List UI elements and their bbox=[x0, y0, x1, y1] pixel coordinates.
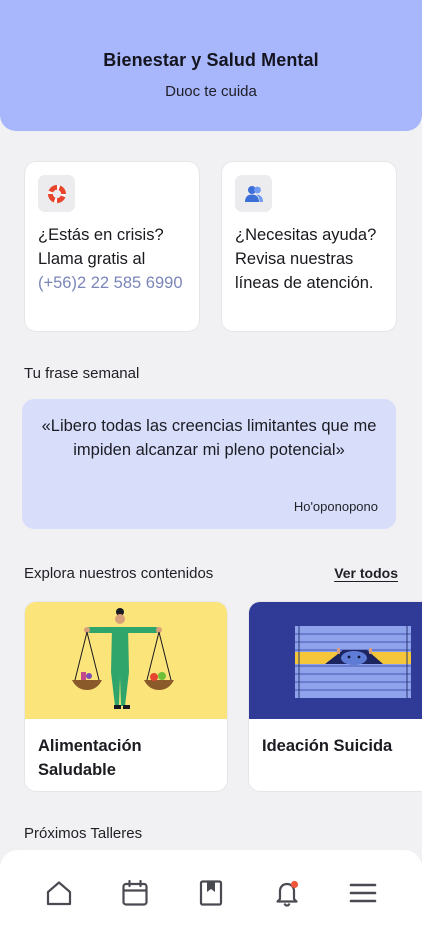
crisis-message: ¿Estás en crisis? Llama gratis al bbox=[38, 226, 164, 268]
crisis-phone-link[interactable]: (+56)2 22 585 6990 bbox=[38, 271, 189, 295]
nav-home[interactable] bbox=[43, 877, 75, 909]
quote-card: «Libero todas las creencias limitantes q… bbox=[22, 399, 396, 529]
home-icon bbox=[46, 881, 72, 906]
lifebuoy-icon bbox=[38, 175, 75, 212]
support-lines-text: ¿Necesitas ayuda? Revisa nuestras líneas… bbox=[235, 226, 377, 292]
menu-icon bbox=[349, 883, 377, 903]
content-card-ideacion[interactable]: Ideación Suicida bbox=[248, 601, 422, 792]
quote-author: Ho'oponopono bbox=[293, 499, 378, 514]
quote-text: «Libero todas las creencias limitantes q… bbox=[41, 417, 377, 459]
bottom-nav bbox=[0, 850, 422, 939]
crisis-text: ¿Estás en crisis? Llama gratis al (+56)2… bbox=[38, 223, 189, 295]
person-behind-blinds-illustration bbox=[249, 602, 422, 719]
content-label: Alimentación Saludable bbox=[38, 737, 142, 779]
nav-calendar[interactable] bbox=[119, 877, 151, 909]
nav-library[interactable] bbox=[195, 877, 227, 909]
nav-notifications[interactable] bbox=[271, 877, 303, 909]
support-lines-card[interactable]: ¿Necesitas ayuda? Revisa nuestras líneas… bbox=[221, 161, 397, 332]
bookmark-book-icon bbox=[199, 880, 223, 906]
contents-title: Explora nuestros contenidos bbox=[24, 565, 214, 582]
header: Bienestar y Salud Mental Duoc te cuida bbox=[0, 0, 422, 131]
bell-icon bbox=[276, 880, 299, 907]
content-card-alimentacion[interactable]: Alimentación Saludable bbox=[24, 601, 228, 792]
balance-scale-illustration bbox=[25, 602, 227, 719]
calendar-icon bbox=[122, 879, 148, 906]
crisis-card[interactable]: ¿Estás en crisis? Llama gratis al (+56)2… bbox=[24, 161, 200, 332]
page-title: Bienestar y Salud Mental bbox=[103, 50, 319, 70]
see-all-link[interactable]: Ver todos bbox=[334, 565, 398, 581]
app-screen: Bienestar y Salud Mental Duoc te cuida ¿… bbox=[0, 0, 422, 939]
page-subtitle: Duoc te cuida bbox=[165, 83, 257, 100]
nav-menu[interactable] bbox=[347, 877, 379, 909]
content-label: Ideación Suicida bbox=[262, 737, 393, 755]
weekly-phrase-title: Tu frase semanal bbox=[24, 365, 140, 382]
notification-dot bbox=[290, 880, 299, 889]
support-person-icon bbox=[235, 175, 272, 212]
workshops-title: Próximos Talleres bbox=[24, 825, 143, 842]
